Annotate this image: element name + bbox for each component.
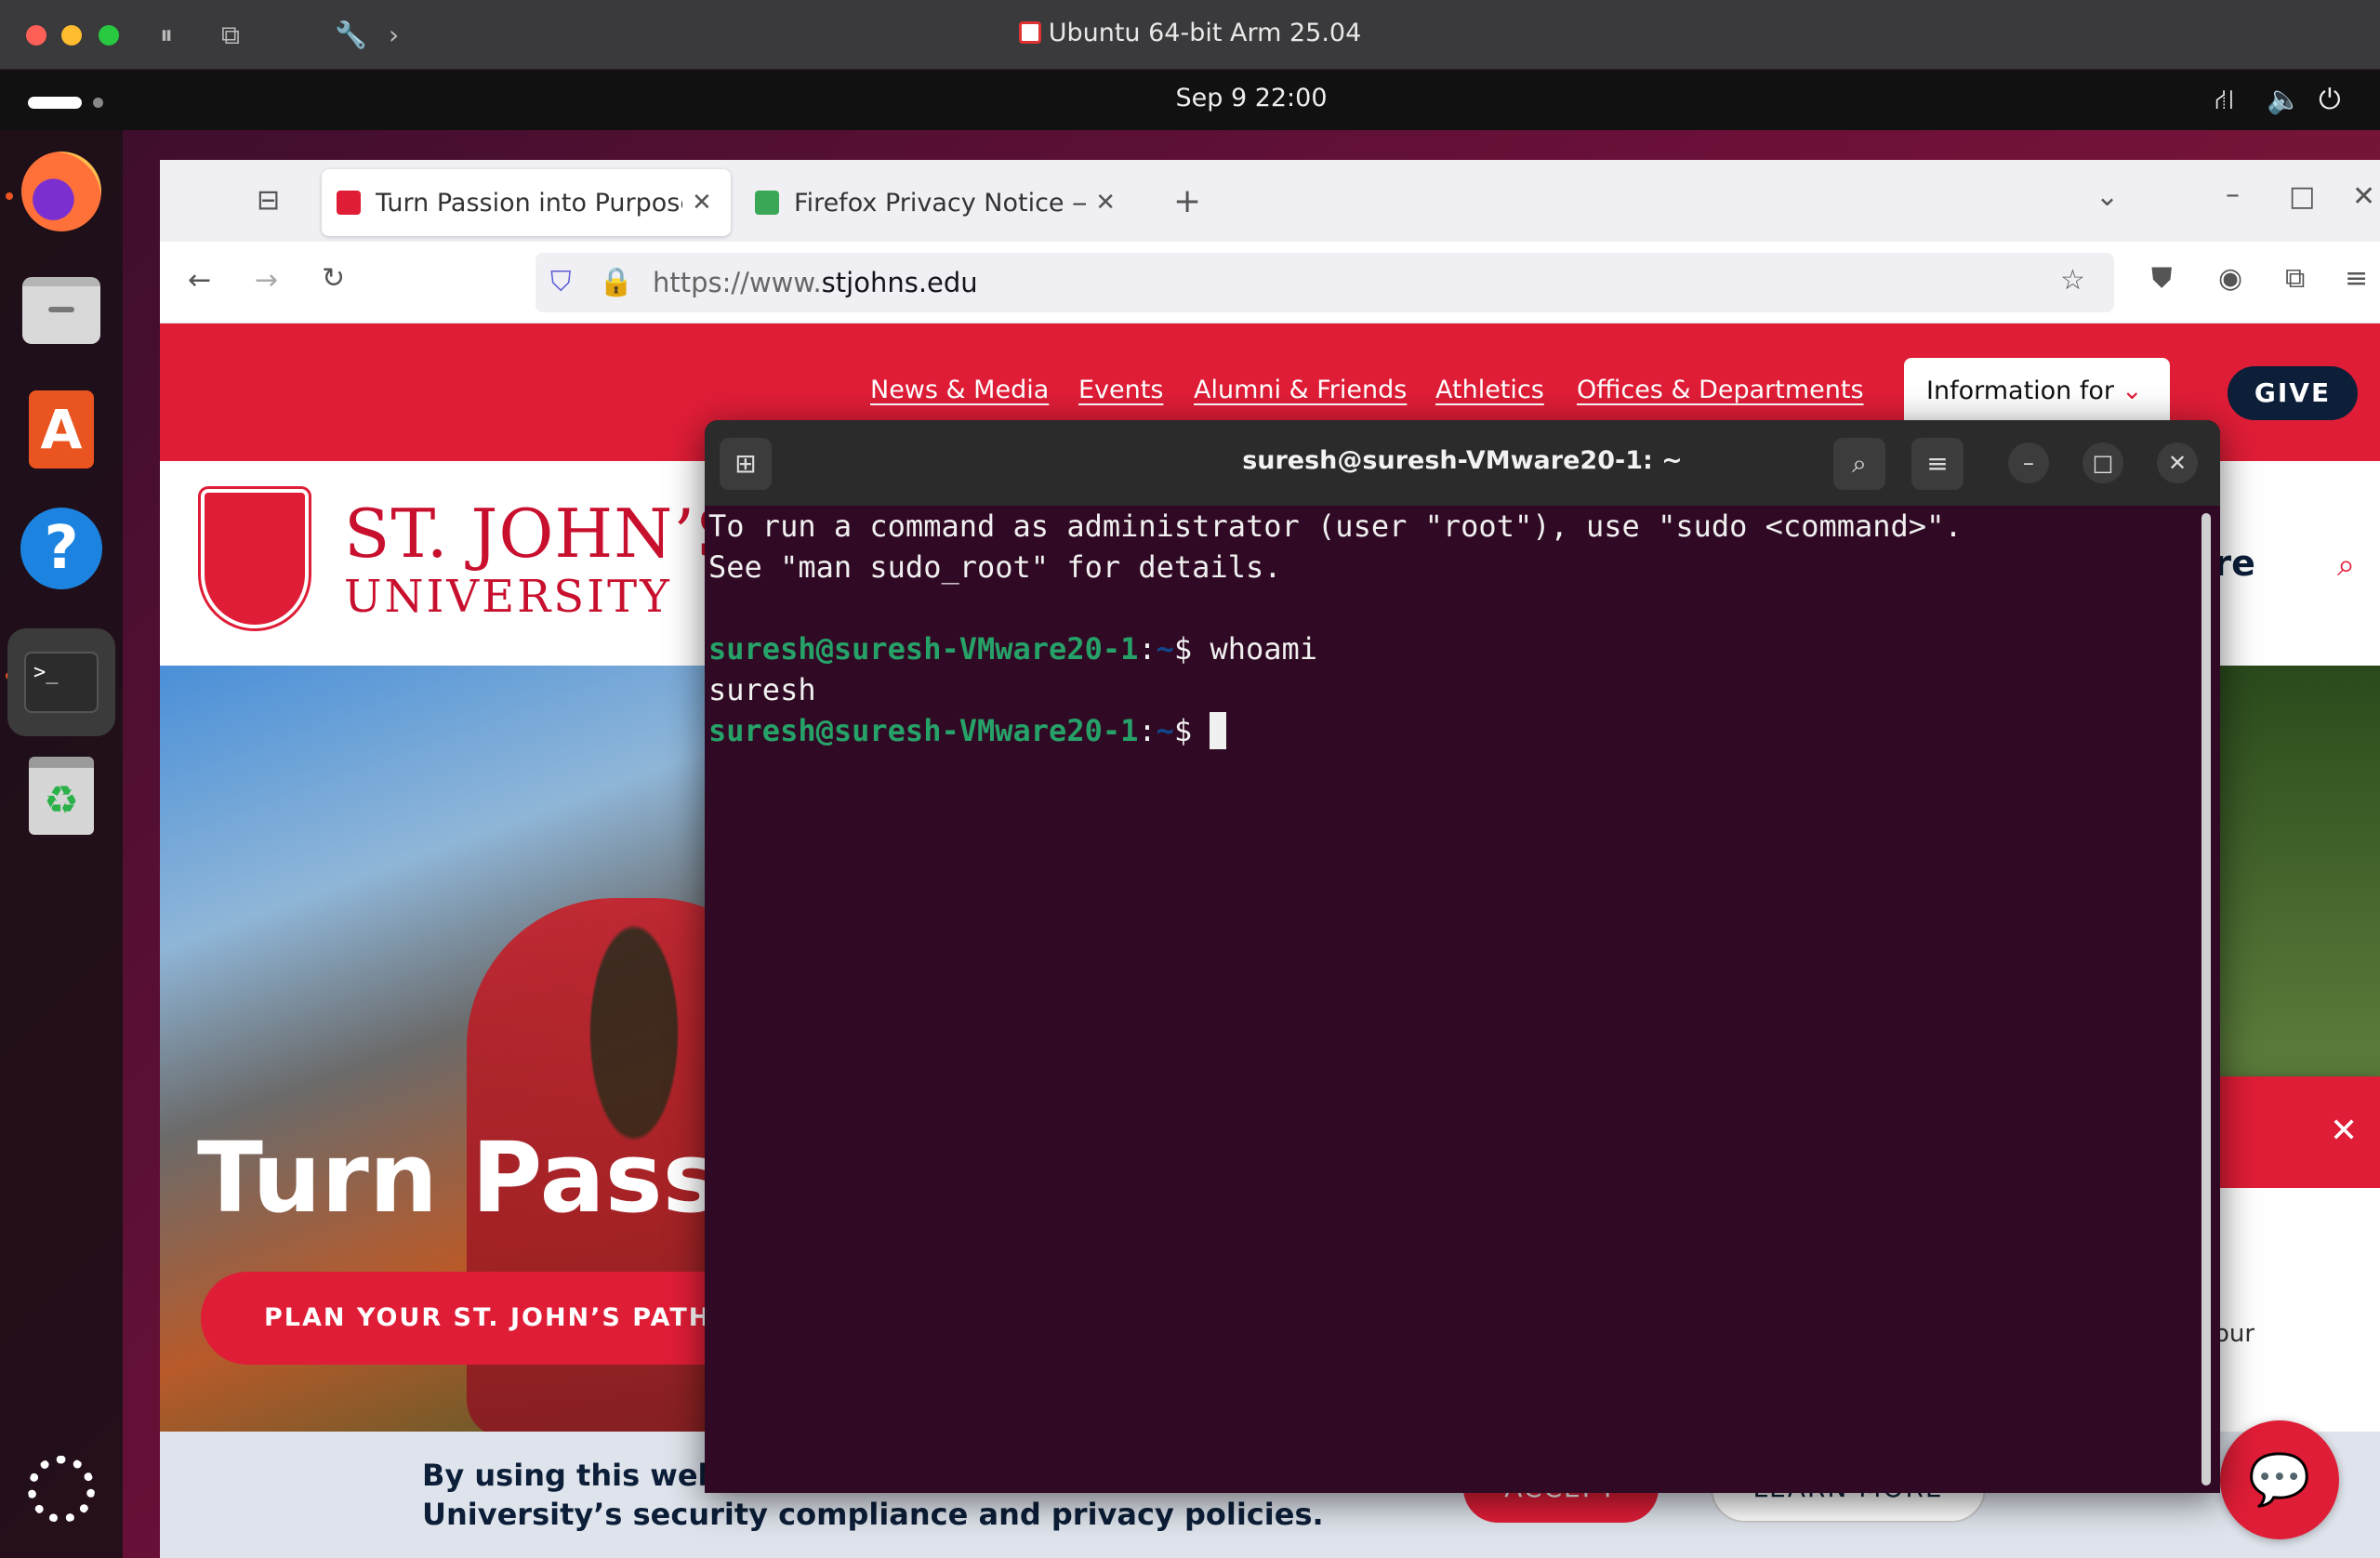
help-launcher[interactable]: ?: [19, 506, 104, 591]
trash-launcher[interactable]: ♻: [19, 753, 104, 838]
trash-icon: ♻: [29, 757, 94, 835]
prompt-dollar: $: [1173, 631, 1210, 667]
nav-news-media[interactable]: News & Media: [870, 376, 1049, 404]
gnome-top-bar: Sep 9 22:00 ⛙ 🔈 ⏻: [0, 71, 2380, 130]
information-for-dropdown[interactable]: Information for ⌄: [1904, 358, 2170, 429]
volume-icon[interactable]: 🔈: [2267, 84, 2301, 116]
app-center-icon: A: [29, 390, 94, 469]
url-text[interactable]: https://www.stjohns.edu: [653, 267, 978, 298]
tab-label: Turn Passion into Purpose: [376, 188, 682, 218]
tab-bar: ⊟ Turn Passion into Purpose ✕ Firefox Pr…: [160, 160, 2380, 242]
close-icon[interactable]: ✕: [2157, 442, 2198, 483]
maximize-icon[interactable]: □: [2082, 442, 2123, 483]
bookmark-star-icon[interactable]: ☆: [2060, 264, 2085, 297]
vm-icon: [1018, 21, 1041, 44]
terminal-icon: >_: [24, 652, 99, 713]
show-apps-icon: [28, 1456, 95, 1523]
prompt-separator: :: [1138, 631, 1157, 667]
terminal-command-line: suresh@suresh-VMware20-1:~$ whoami: [708, 628, 2196, 669]
logo-wordmark[interactable]: ST. JOHN’S: [344, 495, 742, 573]
extensions-icon[interactable]: ⧉: [2285, 262, 2305, 295]
terminal-line: suresh: [708, 672, 816, 707]
terminal-launcher[interactable]: >_: [7, 628, 115, 736]
minimize-icon[interactable]: –: [2226, 178, 2240, 211]
maximize-icon[interactable]: □: [2289, 180, 2315, 213]
give-button[interactable]: GIVE: [2228, 366, 2358, 420]
forward-icon[interactable]: →: [255, 264, 278, 297]
search-icon[interactable]: ⌕: [1833, 438, 1885, 490]
close-icon[interactable]: ✕: [2330, 1112, 2358, 1150]
dock: A ? >_ ♻: [0, 130, 123, 1558]
nav-offices-departments[interactable]: Offices & Departments: [1577, 376, 1864, 404]
host-window-title: Ubuntu 64-bit Arm 25.04: [0, 19, 2380, 47]
terminal-line: See "man sudo_root" for details.: [708, 549, 1282, 585]
chevron-down-icon: ⌄: [2122, 376, 2143, 405]
account-icon[interactable]: ◉: [2218, 262, 2242, 295]
firefox-view-icon[interactable]: ⊟: [257, 184, 280, 217]
list-tabs-icon[interactable]: ⌄: [2096, 180, 2119, 213]
information-for-label: Information for: [1926, 376, 2114, 405]
hamburger-menu-icon[interactable]: ≡: [1911, 438, 1964, 490]
text-cursor: [1210, 712, 1227, 749]
chat-bubble-icon[interactable]: 💬: [2220, 1420, 2339, 1539]
prompt-path: ~: [1156, 631, 1174, 667]
terminal-title: suresh@suresh-VMware20-1: ~: [1242, 446, 1683, 475]
show-apps-button[interactable]: [19, 1446, 104, 1532]
tab-close-icon[interactable]: ✕: [1095, 189, 1116, 217]
lock-icon[interactable]: 🔒: [599, 266, 633, 298]
help-icon: ?: [20, 508, 102, 589]
close-window-icon[interactable]: ✕: [2352, 180, 2375, 213]
navigation-bar: ← → ↻ ⛉ 🔒 https://www.stjohns.edu ☆ ⛊ ◉ …: [160, 242, 2380, 323]
prompt-user: suresh@suresh-VMware20-1: [708, 631, 1139, 667]
terminal-active-prompt: suresh@suresh-VMware20-1:~$: [708, 710, 2196, 751]
reload-icon[interactable]: ↻: [322, 262, 345, 295]
firefox-icon: [21, 152, 101, 231]
nav-events[interactable]: Events: [1078, 376, 1163, 404]
university-seal-logo[interactable]: [201, 489, 309, 628]
nav-alumni-friends[interactable]: Alumni & Friends: [1194, 376, 1407, 404]
command-text: whoami: [1210, 631, 1318, 667]
tab-label: Firefox Privacy Notice — I: [794, 188, 1087, 218]
app-center-launcher[interactable]: A: [19, 387, 104, 472]
tab-privacy-notice[interactable]: Firefox Privacy Notice — I ✕: [740, 169, 1130, 236]
clock[interactable]: Sep 9 22:00: [0, 84, 2380, 112]
back-icon[interactable]: ←: [188, 264, 211, 297]
prompt-dollar: $: [1173, 713, 1210, 748]
tab-stjohns[interactable]: Turn Passion into Purpose ✕: [322, 169, 731, 236]
url-bar[interactable]: ⛉ 🔒 https://www.stjohns.edu ☆: [536, 253, 2114, 312]
menu-icon[interactable]: ≡: [2345, 262, 2368, 295]
host-title-bar: ⏸ ⧉ 🔧 › Ubuntu 64-bit Arm 25.04: [0, 0, 2380, 70]
stjohns-favicon: [337, 191, 361, 215]
firefox-launcher[interactable]: [19, 149, 104, 234]
tab-close-icon[interactable]: ✕: [692, 189, 712, 217]
pocket-icon[interactable]: ⛊: [2151, 262, 2173, 295]
terminal-window: ⊞ suresh@suresh-VMware20-1: ~ ⌕ ≡ – □ ✕ …: [705, 420, 2220, 1493]
network-icon[interactable]: ⛙: [2215, 84, 2234, 120]
tracking-protection-icon[interactable]: ⛉: [550, 266, 572, 298]
chat-message-partial: our: [2215, 1320, 2255, 1348]
terminal-output[interactable]: To run a command as administrator (user …: [708, 506, 2196, 1493]
prompt-path: ~: [1156, 713, 1174, 748]
nav-athletics[interactable]: Athletics: [1435, 376, 1544, 404]
minimize-icon[interactable]: –: [2008, 442, 2049, 483]
running-indicator: [6, 192, 13, 200]
terminal-line: To run a command as administrator (user …: [708, 508, 1963, 544]
terminal-header-bar: ⊞ suresh@suresh-VMware20-1: ~ ⌕ ≡ – □ ✕: [705, 420, 2220, 506]
prompt-separator: :: [1138, 713, 1157, 748]
files-launcher[interactable]: [19, 268, 104, 353]
logo-wordmark-sub[interactable]: UNIVERSITY: [344, 571, 672, 623]
prompt-user: suresh@suresh-VMware20-1: [708, 713, 1139, 748]
terminal-scrollbar[interactable]: [2202, 513, 2211, 1485]
chat-panel-header: ✕: [2215, 1076, 2380, 1188]
privacy-favicon: [755, 191, 779, 215]
search-icon[interactable]: ⌕: [2337, 547, 2355, 584]
power-icon[interactable]: ⏻: [2319, 84, 2341, 116]
new-tab-icon[interactable]: +: [1173, 182, 1201, 220]
files-icon: [22, 277, 100, 344]
